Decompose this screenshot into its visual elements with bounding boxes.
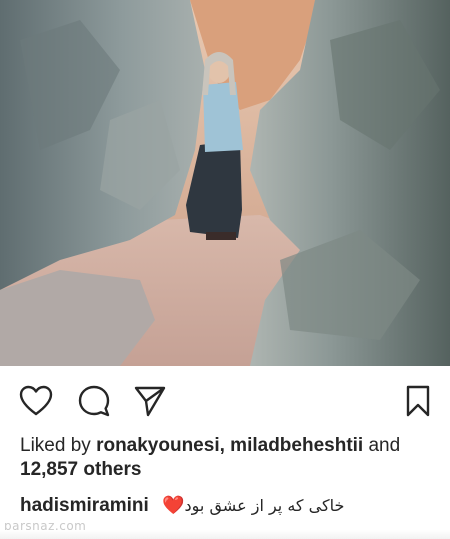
caption-text: خاکی که پر از عشق بود xyxy=(184,496,345,515)
post-action-bar xyxy=(0,366,450,436)
heart-emoji: ❤️ xyxy=(162,495,185,515)
post-caption: hadismiramini ❤️خاکی که پر از عشق بود xyxy=(20,493,435,518)
others-count-link[interactable]: 12,857 others xyxy=(20,459,141,480)
heart-icon[interactable] xyxy=(18,383,54,419)
liked-by-prefix: Liked by xyxy=(20,435,91,456)
caption-username[interactable]: hadismiramini xyxy=(20,495,149,516)
bottom-fade xyxy=(0,530,450,539)
send-icon[interactable] xyxy=(132,383,168,419)
liked-user-link[interactable]: ronakyounesi, xyxy=(96,435,225,456)
bookmark-icon[interactable] xyxy=(400,383,436,419)
likes-summary: Liked by ronakyounesi, miladbeheshtii an… xyxy=(20,434,435,482)
liked-user-link[interactable]: miladbeheshtii xyxy=(230,435,363,456)
liked-and-text: and xyxy=(368,435,401,456)
canyon-photo-illustration xyxy=(0,0,450,366)
post-photo[interactable] xyxy=(0,0,450,366)
comment-icon[interactable] xyxy=(76,383,112,419)
